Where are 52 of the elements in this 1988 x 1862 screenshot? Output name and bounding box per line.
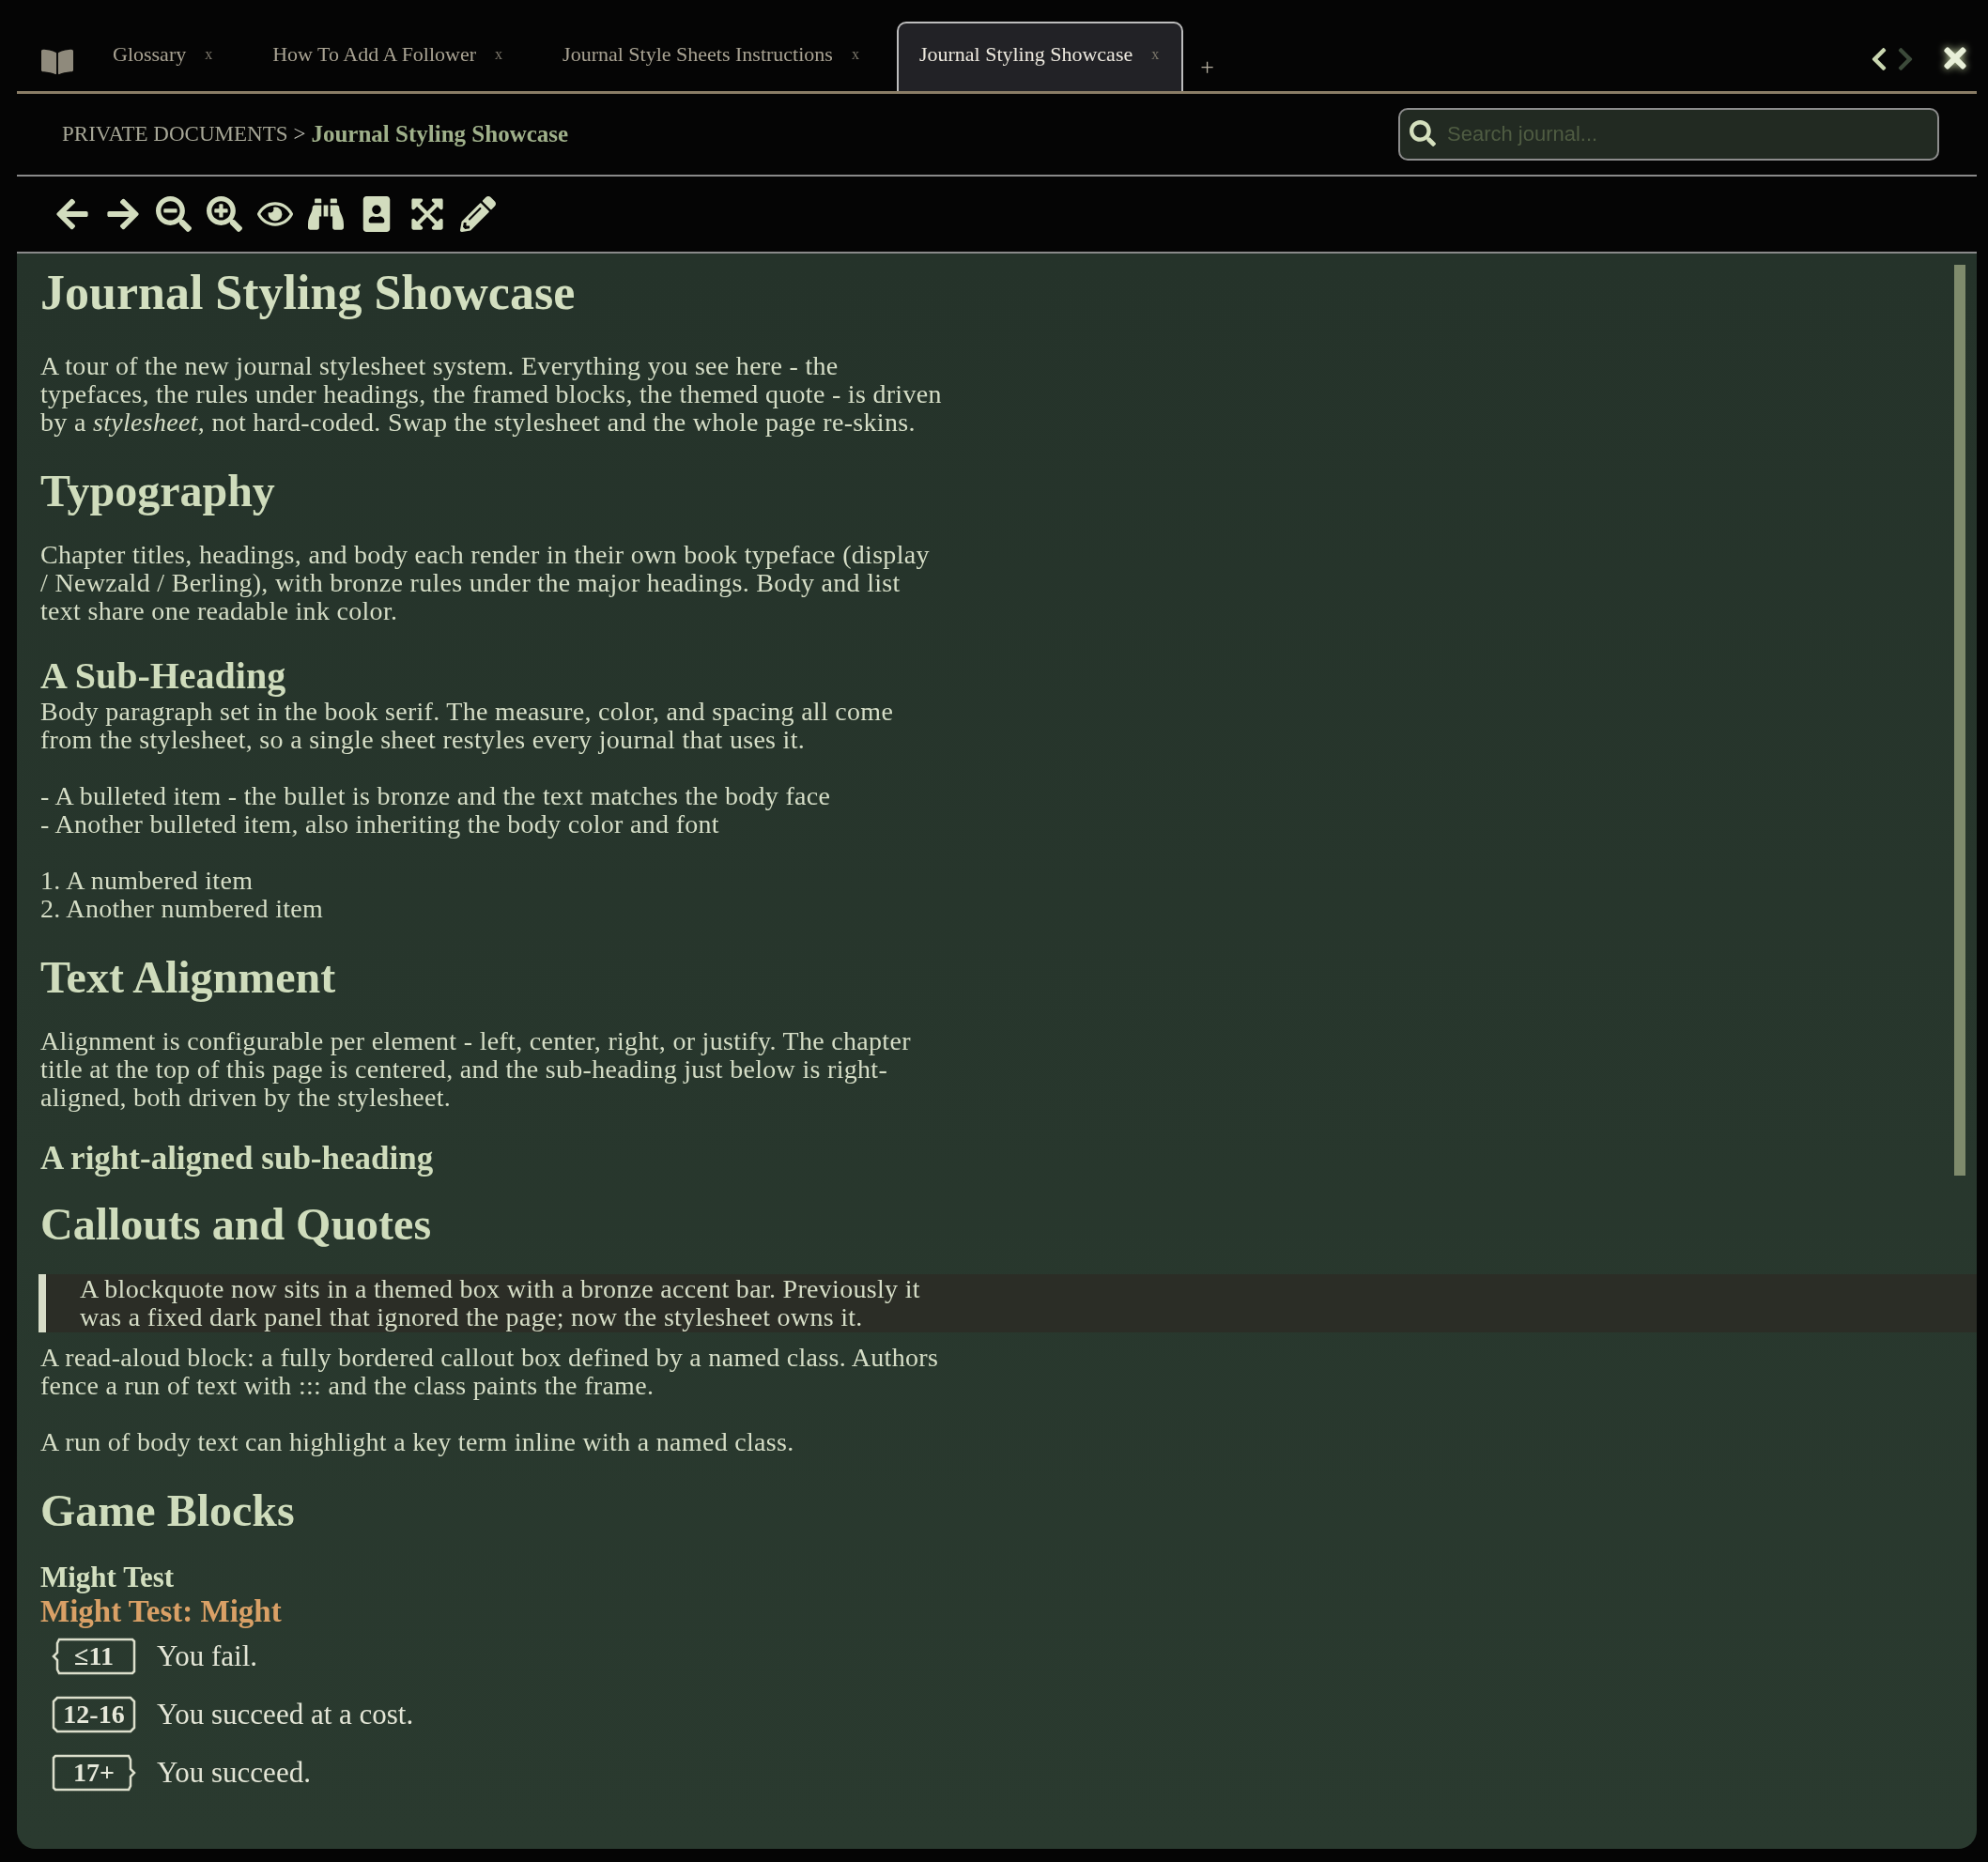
body-paragraph: A run of body text can highlight a key term inline with a named class. [40, 1428, 795, 1456]
breadcrumb-separator: > [293, 122, 306, 146]
accent-bar [39, 1274, 46, 1332]
body-paragraph: A tour of the new journal stylesheet system. Everything you see here - the typefaces, the rules under headings, the framed blocks, the themed quote - is driven by a stylesheet, not hard-coded. Swap the stylesheet and the whole page re-skins. [40, 352, 942, 437]
test-name: Might Test [40, 1561, 176, 1594]
tab-close-button[interactable]: x [205, 46, 213, 63]
tab-label: Journal Style Sheets Instructions [562, 42, 833, 67]
section-heading: Callouts and Quotes [40, 1198, 433, 1250]
list-item: - A bulleted item - the bullet is bronze and the text matches the body face [40, 782, 832, 810]
breadcrumb-current: Journal Styling Showcase [311, 121, 569, 147]
tab[interactable]: Glossary x [90, 22, 238, 91]
body-paragraph: Body paragraph set in the book serif. The measure, color, and spacing all come from the stylesheet, so a single sheet restyles every journal that uses it. [40, 698, 895, 754]
sub-heading: A Sub-Heading [40, 654, 287, 698]
tab[interactable]: How To Add A Follower x [250, 22, 528, 91]
body-paragraph: Alignment is configurable per element - left, center, right, or justify. The chapter title at the top of this page is centered, and the sub-heading just below is right-aligned, both driven by the stylesheet. [40, 1027, 912, 1112]
section-heading: Text Alignment [40, 951, 337, 1003]
pencil-button[interactable] [460, 196, 496, 232]
add-tab-button[interactable]: + [1193, 54, 1222, 82]
zoom-in-button[interactable] [207, 196, 242, 232]
list-item: 1. A numbered item [40, 867, 254, 895]
tab-close-button[interactable]: x [851, 46, 859, 63]
list-item: 2. Another numbered item [40, 895, 325, 923]
body-paragraph: A read-aloud block: a fully bordered callout box defined by a named class. Authors fence a run of text with ::: and the class paints the frame. [40, 1344, 940, 1400]
test-label: Might Test: Might [40, 1594, 283, 1629]
sub-heading: A right-aligned sub-heading [40, 1140, 435, 1177]
scrollbar[interactable] [1954, 265, 1965, 1176]
tab-label: How To Add A Follower [272, 42, 477, 67]
roll-range-badge: 12-16 [52, 1696, 136, 1733]
roll-range-badge: ≤11 [52, 1638, 136, 1675]
forward-button[interactable] [105, 196, 141, 232]
breadcrumb-link[interactable]: PRIVATE DOCUMENTS [62, 122, 288, 146]
section-heading: Typography [40, 465, 276, 516]
quote-text: A blockquote now sits in a themed box with a bronze accent bar. Previously it was a fixed dark panel that ignored the page; now the stylesheet owns it. [80, 1274, 921, 1332]
binoculars-button[interactable] [308, 196, 344, 232]
tab[interactable]: Journal Style Sheets Instructions x [540, 22, 884, 91]
tab-close-button[interactable]: x [1151, 46, 1160, 63]
section-heading: Game Blocks [40, 1485, 296, 1536]
expand-button[interactable] [409, 196, 445, 232]
tab-label: Journal Styling Showcase [918, 42, 1133, 67]
outcome-text: You fail. [157, 1639, 258, 1673]
tab-label: Glossary [113, 42, 187, 67]
tab-close-button[interactable]: x [495, 46, 503, 63]
zoom-out-button[interactable] [156, 196, 192, 232]
tab[interactable]: Journal Styling Showcase x [896, 22, 1184, 91]
body-paragraph: Chapter titles, headings, and body each render in their own book typeface (display / Newzald / Berling), with bronze rules under the major headings. Body and list text share one readable ink color. [40, 541, 931, 625]
outcome-text: You succeed. [157, 1756, 311, 1790]
search-icon [1410, 120, 1436, 146]
page-title: Journal Styling Showcase [40, 265, 577, 320]
outcome-text: You succeed at a cost. [157, 1698, 414, 1731]
back-button[interactable] [54, 196, 90, 232]
list-item: - Another bulleted item, also inheriting the body color and font [40, 810, 720, 839]
roll-range-badge: 17+ [52, 1754, 136, 1792]
